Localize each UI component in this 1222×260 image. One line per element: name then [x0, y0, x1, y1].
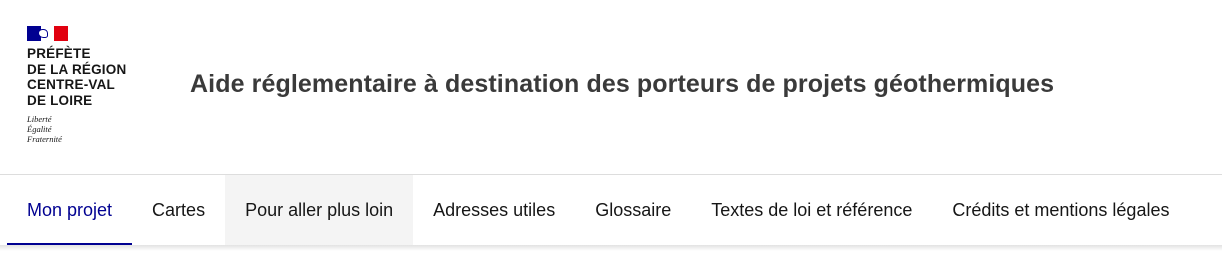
nav-item-cartes[interactable]: Cartes [132, 175, 225, 245]
nav-item-glossaire[interactable]: Glossaire [575, 175, 691, 245]
prefecture-name-line: DE LA RÉGION [27, 61, 127, 77]
prefecture-name-line: DE LOIRE [27, 92, 93, 108]
marianne-flag-icon [27, 26, 68, 41]
nav-item-pour-aller-plus-loin[interactable]: Pour aller plus loin [225, 175, 414, 245]
site-title[interactable]: Aide réglementaire à destination des por… [190, 70, 1054, 99]
main-navigation: Mon projet Cartes Pour aller plus loin A… [0, 175, 1222, 245]
motto-line: Fraternité [27, 134, 62, 144]
republic-motto: Liberté Égalité Fraternité [27, 114, 157, 144]
prefecture-name-line: PRÉFÈTE [27, 46, 91, 61]
nav-list: Mon projet Cartes Pour aller plus loin A… [0, 175, 1222, 245]
nav-item-credits-mentions-legales[interactable]: Crédits et mentions légales [932, 175, 1189, 245]
prefecture-name: PRÉFÈTE DE LA RÉGION CENTRE-VAL DE LOIRE [27, 46, 157, 108]
site-header: PRÉFÈTE DE LA RÉGION CENTRE-VAL DE LOIRE… [0, 0, 1222, 175]
nav-item-textes-de-loi[interactable]: Textes de loi et référence [691, 175, 932, 245]
motto-line: Égalité [27, 124, 52, 134]
motto-line: Liberté [27, 114, 52, 124]
nav-shadow [0, 245, 1222, 251]
nav-item-mon-projet[interactable]: Mon projet [7, 175, 133, 245]
prefecture-name-line: CENTRE-VAL [27, 77, 115, 92]
nav-item-adresses-utiles[interactable]: Adresses utiles [413, 175, 575, 245]
prefecture-logo[interactable]: PRÉFÈTE DE LA RÉGION CENTRE-VAL DE LOIRE… [27, 26, 157, 144]
